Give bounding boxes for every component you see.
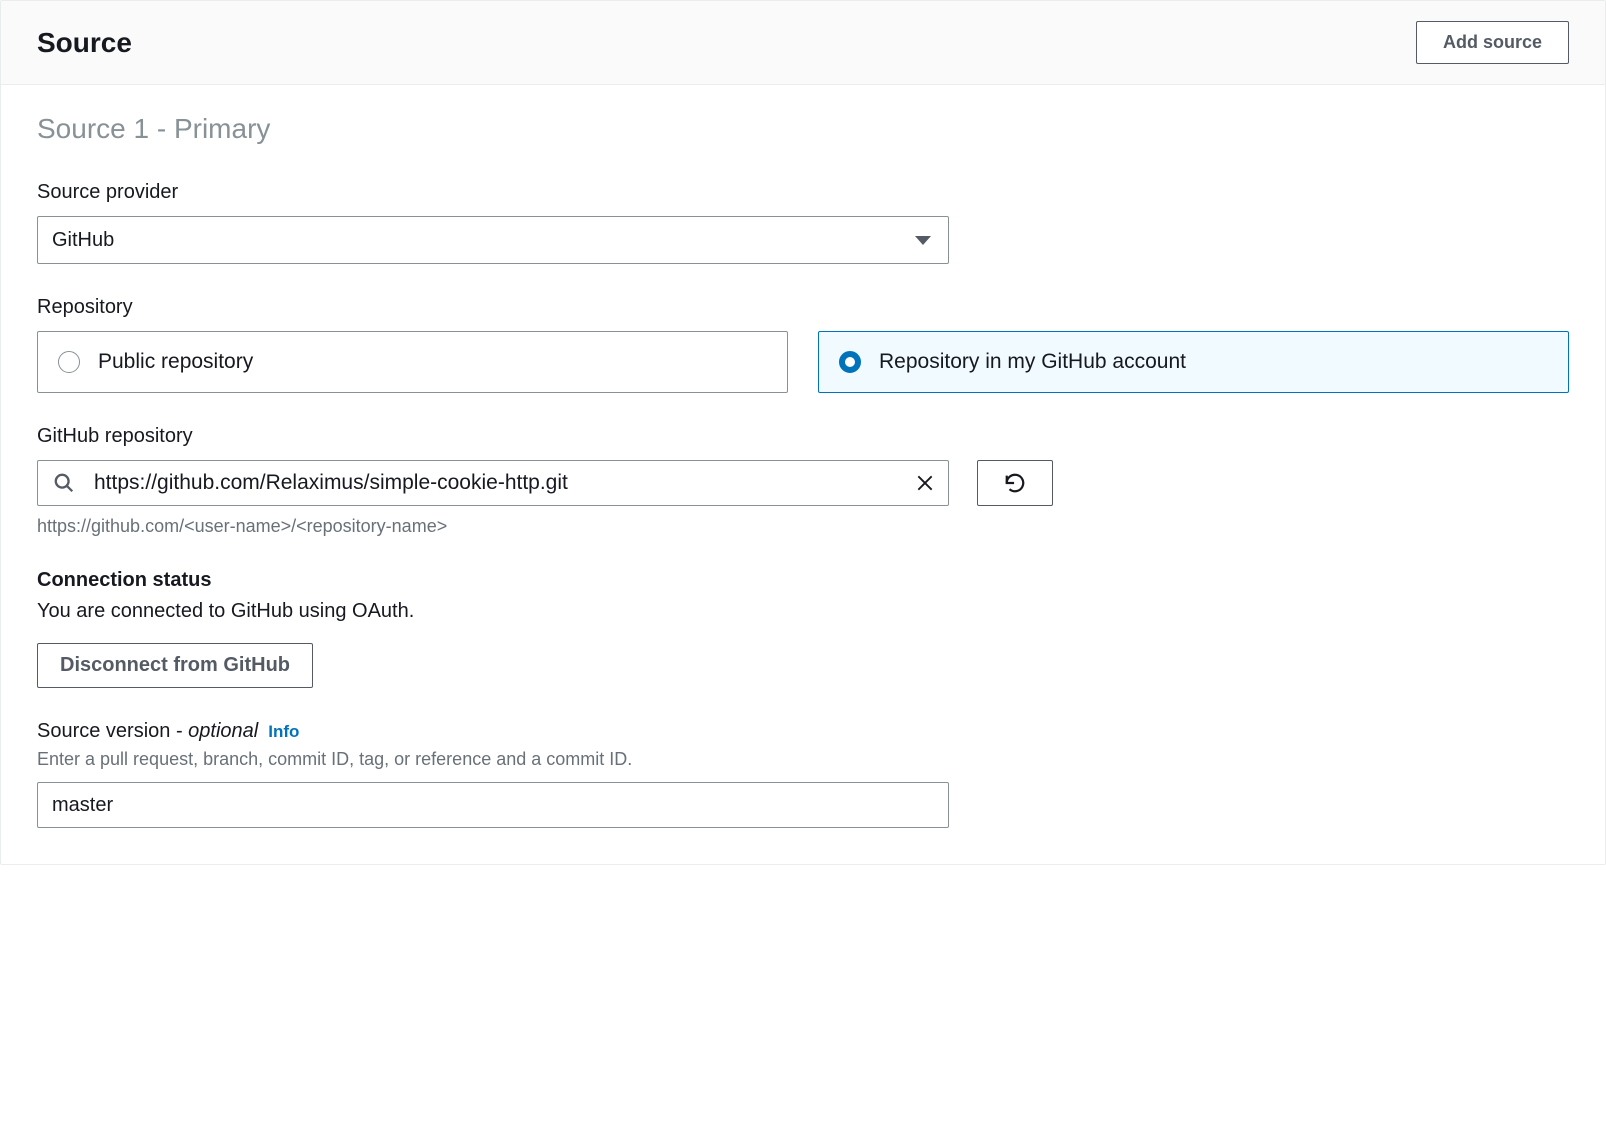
panel-header: Source Add source — [1, 1, 1605, 85]
source-provider-label: Source provider — [37, 181, 1569, 204]
repo-option-my-account[interactable]: Repository in my GitHub account — [818, 331, 1569, 393]
repo-option-public[interactable]: Public repository — [37, 331, 788, 393]
github-repo-input[interactable] — [37, 460, 949, 506]
repo-option-label: Public repository — [98, 350, 253, 374]
github-repo-label: GitHub repository — [37, 425, 1569, 448]
source-version-label-row: Source version - optional Info — [37, 720, 1569, 743]
source-version-input[interactable] — [37, 782, 949, 828]
source-provider-select[interactable]: GitHub — [37, 216, 949, 264]
panel-title: Source — [37, 27, 132, 59]
source-version-field: Source version - optional Info Enter a p… — [37, 720, 1569, 828]
connection-status-text: You are connected to GitHub using OAuth. — [37, 600, 1569, 623]
panel-body: Source 1 - Primary Source provider GitHu… — [1, 85, 1605, 864]
radio-icon — [839, 351, 861, 373]
disconnect-github-button[interactable]: Disconnect from GitHub — [37, 643, 313, 688]
clear-icon[interactable] — [915, 473, 935, 493]
source-subheading: Source 1 - Primary — [37, 113, 1569, 145]
repository-label: Repository — [37, 296, 1569, 319]
source-provider-select-wrap: GitHub — [37, 216, 949, 264]
github-repo-input-wrap — [37, 460, 949, 506]
source-panel: Source Add source Source 1 - Primary Sou… — [0, 0, 1606, 865]
github-repo-field: GitHub repository — [37, 425, 1569, 537]
source-version-label-main: Source version - — [37, 720, 188, 742]
connection-status-heading: Connection status — [37, 569, 1569, 592]
source-version-label: Source version - optional — [37, 720, 258, 743]
repo-option-label: Repository in my GitHub account — [879, 350, 1186, 374]
github-repo-helper: https://github.com/<user-name>/<reposito… — [37, 516, 1569, 537]
refresh-button[interactable] — [977, 460, 1053, 506]
source-provider-field: Source provider GitHub — [37, 181, 1569, 264]
github-repo-input-row — [37, 460, 1569, 506]
source-version-hint: Enter a pull request, branch, commit ID,… — [37, 749, 1569, 770]
repository-radio-group: Public repository Repository in my GitHu… — [37, 331, 1569, 393]
source-version-label-optional: optional — [188, 720, 258, 742]
repository-field: Repository Public repository Repository … — [37, 296, 1569, 393]
refresh-icon — [1004, 472, 1026, 494]
radio-icon — [58, 351, 80, 373]
add-source-button[interactable]: Add source — [1416, 21, 1569, 64]
info-link[interactable]: Info — [268, 722, 299, 742]
connection-status-field: Connection status You are connected to G… — [37, 569, 1569, 688]
